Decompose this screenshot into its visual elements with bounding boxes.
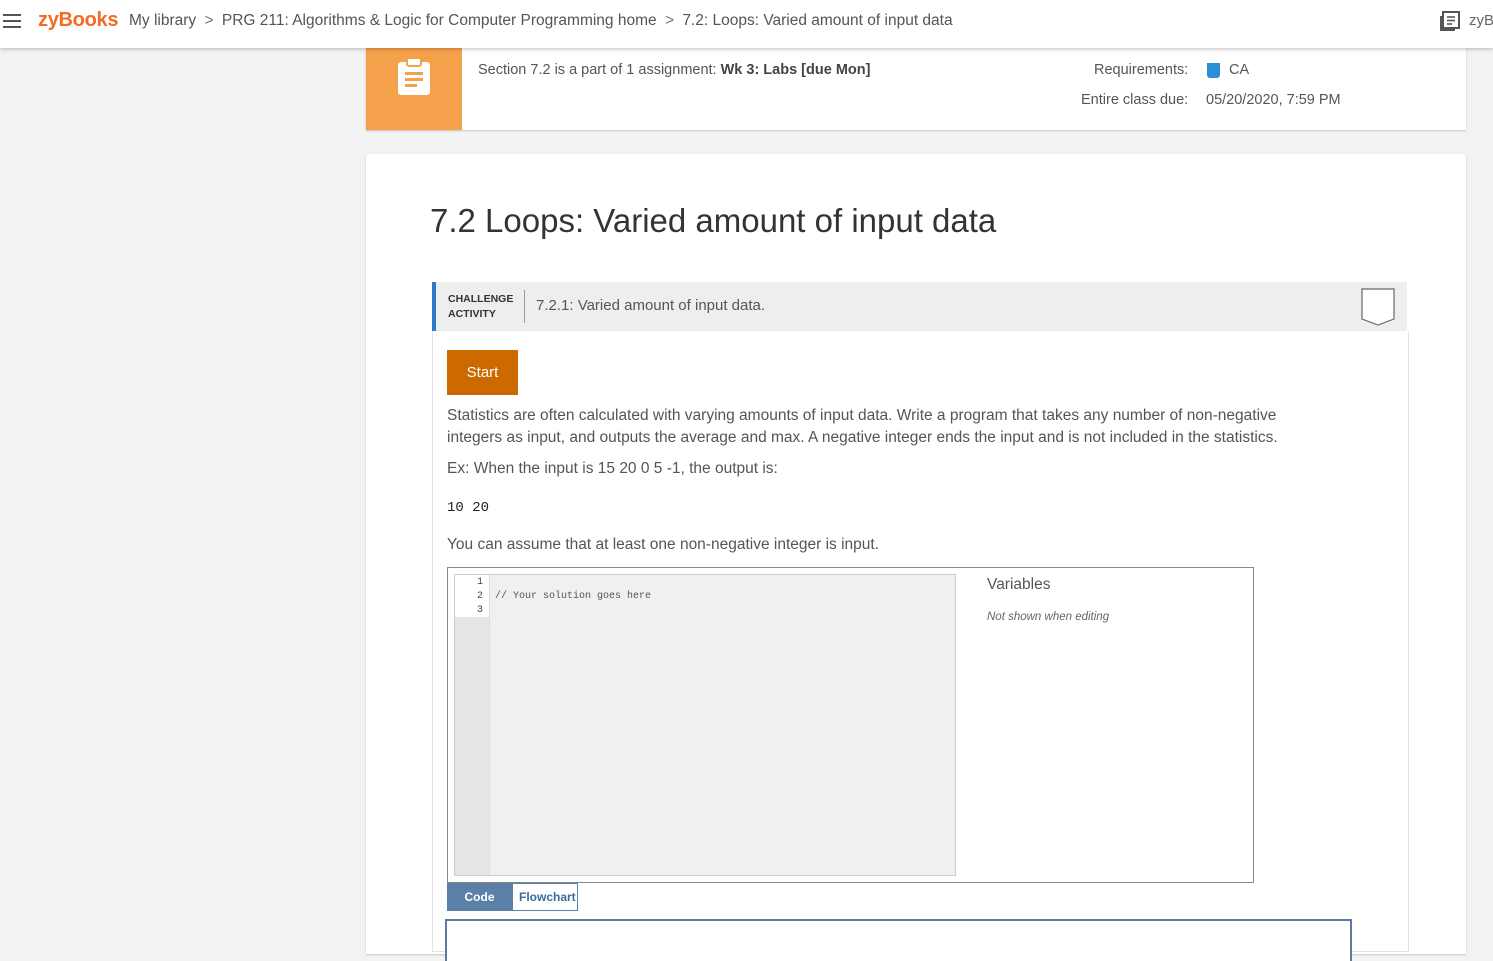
example-output: 10 20 bbox=[447, 500, 490, 516]
assignment-prefix: Section 7.2 is a part of 1 assignment: bbox=[478, 62, 717, 78]
menu-icon[interactable] bbox=[3, 14, 21, 30]
requirements-value: CA bbox=[1229, 62, 1250, 78]
breadcrumb-course[interactable]: PRG 211: Algorithms & Logic for Computer… bbox=[222, 12, 657, 29]
activity-header: CHALLENGE ACTIVITY 7.2.1: Varied amount … bbox=[432, 282, 1407, 331]
code-line[interactable]: // Your solution goes here bbox=[495, 591, 651, 602]
breadcrumb-separator: > bbox=[204, 12, 214, 29]
assignment-info: Section 7.2 is a part of 1 assignment: W… bbox=[478, 62, 870, 78]
problem-statement: Statistics are often calculated with var… bbox=[447, 407, 1278, 446]
user-menu-label[interactable]: zyB bbox=[1469, 12, 1493, 29]
section-card: 7.2 Loops: Varied amount of input data C… bbox=[366, 154, 1466, 961]
start-button[interactable]: Start bbox=[447, 350, 518, 395]
example-text: Ex: When the input is 15 20 0 5 -1, the … bbox=[447, 460, 778, 477]
line-number: 3 bbox=[476, 605, 483, 616]
tab-code[interactable]: Code bbox=[447, 883, 512, 911]
zybooks-logo[interactable]: zyBooks bbox=[38, 9, 118, 32]
divider bbox=[524, 290, 525, 323]
bookmark-icon[interactable] bbox=[1361, 288, 1395, 326]
assignment-name: Wk 3: Labs [due Mon] bbox=[720, 62, 871, 78]
code-editor-container: 1 2 3 // Your solution goes here Variabl… bbox=[447, 567, 1254, 883]
breadcrumb-separator: > bbox=[664, 12, 674, 29]
variables-note: Not shown when editing bbox=[987, 611, 1110, 623]
output-panel bbox=[445, 919, 1352, 961]
tab-flowchart[interactable]: Flowchart bbox=[512, 883, 578, 911]
page-title: 7.2 Loops: Varied amount of input data bbox=[430, 202, 997, 239]
assignment-icon-box bbox=[366, 48, 462, 130]
requirements-label: Requirements: bbox=[1094, 62, 1189, 78]
top-bar: zyBooks My library > PRG 211: Algorithms… bbox=[0, 0, 1493, 48]
variables-title: Variables bbox=[987, 576, 1051, 593]
line-gutter bbox=[455, 575, 490, 875]
activity-title: 7.2.1: Varied amount of input data. bbox=[536, 297, 766, 314]
breadcrumb-section: 7.2: Loops: Varied amount of input data bbox=[682, 12, 953, 29]
activity-type: CHALLENGE ACTIVITY bbox=[448, 292, 513, 322]
assumption-text: You can assume that at least one non-neg… bbox=[447, 536, 879, 553]
due-value: 05/20/2020, 7:59 PM bbox=[1206, 92, 1341, 108]
line-number: 2 bbox=[476, 591, 483, 602]
assignment-card: Section 7.2 is a part of 1 assignment: W… bbox=[366, 48, 1466, 130]
breadcrumb-library[interactable]: My library bbox=[129, 12, 196, 29]
activity-type-line: ACTIVITY bbox=[448, 308, 496, 320]
requirement-bookmark-icon bbox=[1207, 63, 1220, 78]
library-icon[interactable] bbox=[1439, 10, 1461, 32]
activity-type-line: CHALLENGE bbox=[448, 293, 514, 305]
line-number: 1 bbox=[476, 577, 483, 588]
code-editor[interactable]: 1 2 3 // Your solution goes here bbox=[454, 574, 956, 876]
due-label: Entire class due: bbox=[1081, 92, 1189, 108]
clipboard-icon bbox=[398, 57, 430, 95]
breadcrumb: My library > PRG 211: Algorithms & Logic… bbox=[129, 12, 953, 30]
